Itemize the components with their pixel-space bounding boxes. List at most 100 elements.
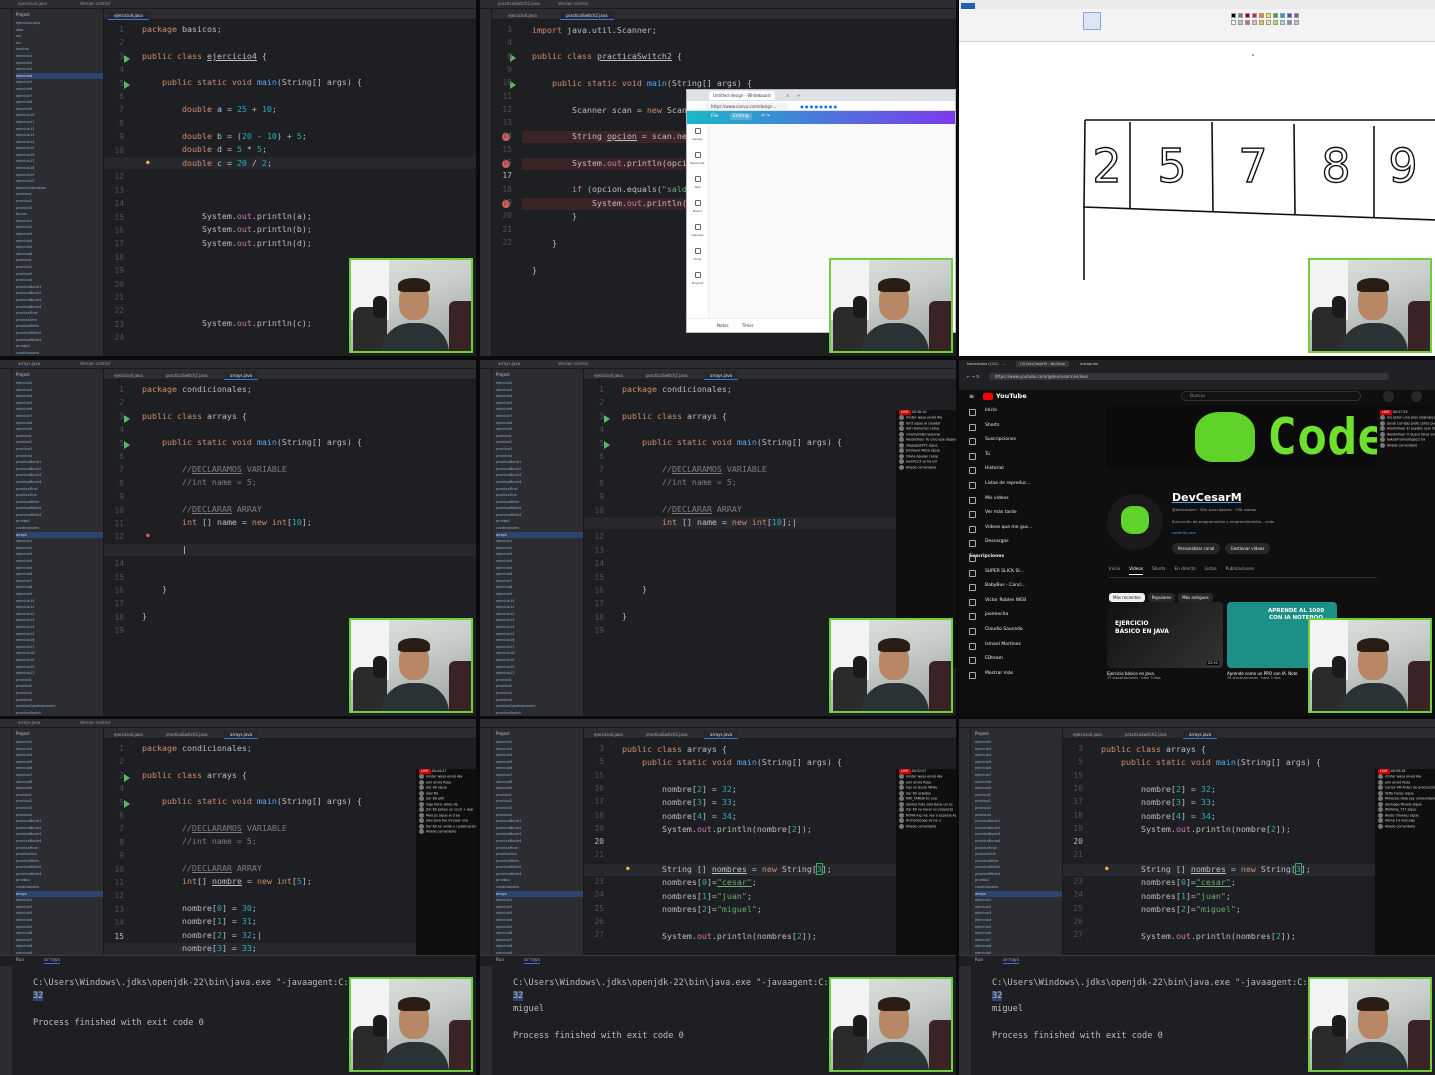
url-bar[interactable]: https://www.canva.com/design... (705, 103, 789, 110)
tree-item[interactable]: ejercicio7 (492, 413, 583, 420)
tree-item[interactable]: ejercicio4 (12, 558, 103, 565)
tree-item[interactable]: practicaWhile2 (971, 864, 1062, 871)
tree-item[interactable]: ejercicio17 (12, 644, 103, 651)
mic-icon[interactable] (1411, 391, 1422, 402)
tree-item[interactable]: practica1 (492, 792, 583, 799)
tree-item[interactable]: practicaBucle1 (12, 818, 103, 825)
version-control-menu[interactable]: Version control (80, 1, 110, 6)
tab-ejercicio4[interactable]: ejercicio4.java (1067, 730, 1108, 739)
tree-item[interactable]: condicionales (12, 525, 103, 532)
color-swatch[interactable] (1252, 13, 1257, 18)
tree-item[interactable]: ejercicio19 (12, 657, 103, 664)
tree-item[interactable]: ejercicioVariables (12, 185, 103, 192)
tree-item[interactable]: practica1 (12, 433, 103, 440)
tree-item[interactable]: practicaFinal (12, 845, 103, 852)
channel-tab[interactable]: Listas (1205, 566, 1217, 571)
tree-item[interactable]: ejercicio4 (971, 752, 1062, 759)
tree-item[interactable]: practicaWhile2 (492, 505, 583, 512)
tree-item[interactable]: ejercicio7 (12, 772, 103, 779)
tree-item[interactable]: practicaBucle4 (12, 838, 103, 845)
run-main-icon[interactable] (124, 441, 130, 449)
sort-chip[interactable]: Más antiguos (1178, 593, 1213, 602)
browser-tab-active[interactable]: (3) DevCesarM - YouTube (1016, 361, 1069, 367)
tree-item[interactable]: practicaWhile2 (492, 864, 583, 871)
browser-tab[interactable]: Instagram (1080, 362, 1098, 366)
editing-menu[interactable]: Editing (729, 113, 752, 120)
tree-item[interactable]: practicaBucle1 (492, 459, 583, 466)
channel-tab[interactable]: En directo (1175, 566, 1196, 571)
tree-item[interactable]: ejercicio10 (492, 598, 583, 605)
tree-item[interactable]: practicaBucle1 (492, 818, 583, 825)
tree-item[interactable]: prueba1 (12, 518, 103, 525)
tree-item[interactable]: ejercicio10 (12, 112, 103, 119)
tree-item[interactable]: practicaBucle3 (12, 472, 103, 479)
window-title[interactable]: practicaSwitch2.java (498, 1, 540, 6)
tree-item[interactable]: practicaCondicionales1 (12, 703, 103, 710)
tree-item[interactable]: practicaWhile2 (12, 864, 103, 871)
tree-item[interactable]: practicaOne (12, 851, 103, 858)
tree-item[interactable]: ejercicio5 (12, 400, 103, 407)
tree-item[interactable]: ejercicio2 (492, 545, 583, 552)
tree-item[interactable]: ejercicio8 (12, 779, 103, 786)
browser-tab[interactable]: Untitled design - Whiteboard (709, 91, 775, 100)
tree-item[interactable]: condicionales (971, 884, 1062, 891)
tree-item[interactable]: practicaSwitch (12, 710, 103, 716)
tree-item[interactable]: arrays (971, 890, 1062, 898)
version-control-menu[interactable]: Version control (558, 361, 588, 366)
tree-item[interactable]: practica3 (492, 805, 583, 812)
window-title[interactable]: arrays.java (498, 361, 520, 366)
tree-item[interactable]: practicaBucle1 (971, 818, 1062, 825)
tab-practicaswitch2[interactable]: practicaSwitch2.java (560, 11, 614, 20)
tree-item[interactable]: basicos (12, 46, 103, 53)
tree-item[interactable]: ejercicio2 (12, 60, 103, 67)
window-title[interactable]: arrays.java (18, 720, 40, 725)
tree-item[interactable]: ejercicio3 (12, 66, 103, 73)
tree-item[interactable]: practica1 (12, 792, 103, 799)
tree-item[interactable]: ejercicio14 (492, 624, 583, 631)
tree-item[interactable]: ejercicio7 (12, 937, 103, 944)
tree-item[interactable]: ejercicio13 (12, 132, 103, 139)
tree-item[interactable]: practica4 (492, 697, 583, 704)
tab-practicaswitch2[interactable]: practicaSwitch2.java (1119, 730, 1173, 739)
tree-item[interactable]: ejercicio3 (12, 387, 103, 394)
file-menu[interactable]: File (711, 114, 719, 119)
tree-item[interactable]: ejercicio1 (12, 538, 103, 545)
tree-item[interactable]: ejercicio16 (492, 637, 583, 644)
tree-item[interactable]: practica3 (12, 805, 103, 812)
tree-item[interactable]: practica2 (492, 439, 583, 446)
tree-item[interactable]: practicaFinal (12, 486, 103, 493)
yt-subscription[interactable]: joomiecha (959, 608, 1107, 623)
tree-item[interactable]: ejercicio3 (12, 910, 103, 917)
project-tree[interactable]: ejercicio2 ejercicio3 ejercicio4 ejercicio5… (12, 739, 103, 955)
canva-side-projects[interactable]: Projects (687, 268, 708, 292)
color-swatch[interactable] (1266, 20, 1271, 25)
tree-item[interactable]: ejercicio6 (492, 571, 583, 578)
tree-item[interactable]: practica2 (12, 798, 103, 805)
tree-item[interactable]: ejercicio16 (12, 637, 103, 644)
url-bar[interactable]: https://www.youtube.com/@devcesarm/video… (988, 373, 1389, 380)
tree-item[interactable]: practica3 (12, 690, 103, 697)
tree-item[interactable]: ejercicio8 (492, 584, 583, 591)
tree-item[interactable]: ejercicio9 (492, 426, 583, 433)
tree-item[interactable]: ejercicio20 (492, 664, 583, 671)
tree-item[interactable]: ejercicio21 (492, 670, 583, 677)
tree-item[interactable]: ejercicio8 (12, 943, 103, 950)
tree-item[interactable]: practicaBucle2 (492, 466, 583, 473)
channel-description[interactable]: Educación de programación y emprendimien… (1172, 519, 1274, 524)
tree-item[interactable]: practica1 (12, 191, 103, 198)
tree-item[interactable]: ejercicio14 (12, 139, 103, 146)
tab-ejercicio4[interactable]: ejercicio4.java (108, 730, 149, 739)
tree-item[interactable]: ejercicio4 (492, 917, 583, 924)
tree-item[interactable]: ejercicio17 (492, 644, 583, 651)
tree-item[interactable]: ejercicio6 (12, 571, 103, 578)
tree-item[interactable]: ejercicio15 (492, 631, 583, 638)
tree-item[interactable]: ejercicio4 (971, 917, 1062, 924)
tab-arrays[interactable]: arrays.java (224, 371, 259, 380)
tree-item[interactable]: ejercicio15 (12, 631, 103, 638)
tree-item[interactable]: practica2 (12, 683, 103, 690)
run-class-icon[interactable] (124, 55, 130, 63)
tree-item[interactable]: ejercicio6 (492, 406, 583, 413)
yt-nav-item[interactable]: Historial (959, 462, 1107, 477)
canva-side-brand[interactable]: Brand (687, 196, 708, 220)
tree-item[interactable]: practica3 (492, 446, 583, 453)
